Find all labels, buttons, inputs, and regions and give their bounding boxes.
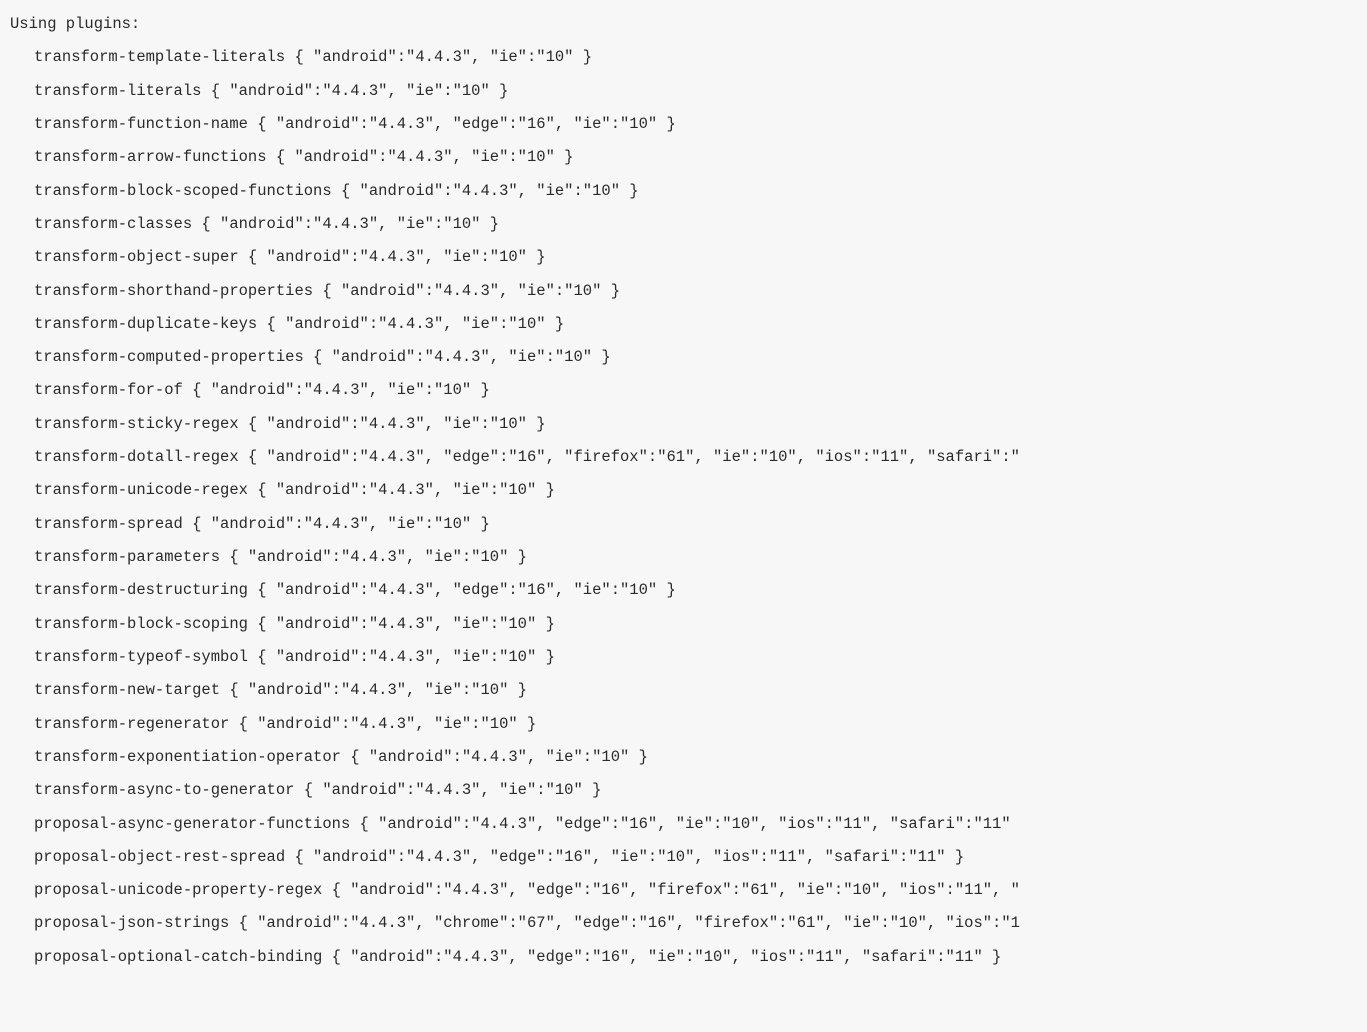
plugin-line: transform-sticky-regex { "android":"4.4.… bbox=[10, 408, 1357, 441]
plugin-line: proposal-optional-catch-binding { "andro… bbox=[10, 941, 1357, 974]
plugin-list: transform-template-literals { "android":… bbox=[10, 41, 1357, 974]
plugins-header: Using plugins: bbox=[10, 8, 1357, 41]
plugin-line: transform-parameters { "android":"4.4.3"… bbox=[10, 541, 1357, 574]
plugin-line: transform-block-scoped-functions { "andr… bbox=[10, 175, 1357, 208]
plugin-line: transform-block-scoping { "android":"4.4… bbox=[10, 608, 1357, 641]
plugin-line: transform-shorthand-properties { "androi… bbox=[10, 275, 1357, 308]
plugin-line: transform-dotall-regex { "android":"4.4.… bbox=[10, 441, 1357, 474]
plugin-line: transform-literals { "android":"4.4.3", … bbox=[10, 75, 1357, 108]
plugin-line: transform-new-target { "android":"4.4.3"… bbox=[10, 674, 1357, 707]
plugin-line: transform-computed-properties { "android… bbox=[10, 341, 1357, 374]
plugin-line: transform-duplicate-keys { "android":"4.… bbox=[10, 308, 1357, 341]
plugin-line: proposal-json-strings { "android":"4.4.3… bbox=[10, 907, 1357, 940]
plugin-line: transform-exponentiation-operator { "and… bbox=[10, 741, 1357, 774]
plugin-line: transform-regenerator { "android":"4.4.3… bbox=[10, 708, 1357, 741]
plugin-line: transform-for-of { "android":"4.4.3", "i… bbox=[10, 374, 1357, 407]
plugin-line: transform-arrow-functions { "android":"4… bbox=[10, 141, 1357, 174]
plugin-line: proposal-unicode-property-regex { "andro… bbox=[10, 874, 1357, 907]
plugin-line: transform-function-name { "android":"4.4… bbox=[10, 108, 1357, 141]
plugin-line: proposal-object-rest-spread { "android":… bbox=[10, 841, 1357, 874]
plugin-line: transform-classes { "android":"4.4.3", "… bbox=[10, 208, 1357, 241]
plugin-line: transform-template-literals { "android":… bbox=[10, 41, 1357, 74]
plugin-line: transform-typeof-symbol { "android":"4.4… bbox=[10, 641, 1357, 674]
plugin-line: transform-async-to-generator { "android"… bbox=[10, 774, 1357, 807]
plugin-line: transform-object-super { "android":"4.4.… bbox=[10, 241, 1357, 274]
plugin-line: transform-spread { "android":"4.4.3", "i… bbox=[10, 508, 1357, 541]
plugin-line: transform-unicode-regex { "android":"4.4… bbox=[10, 474, 1357, 507]
plugin-line: transform-destructuring { "android":"4.4… bbox=[10, 574, 1357, 607]
plugin-line: proposal-async-generator-functions { "an… bbox=[10, 808, 1357, 841]
